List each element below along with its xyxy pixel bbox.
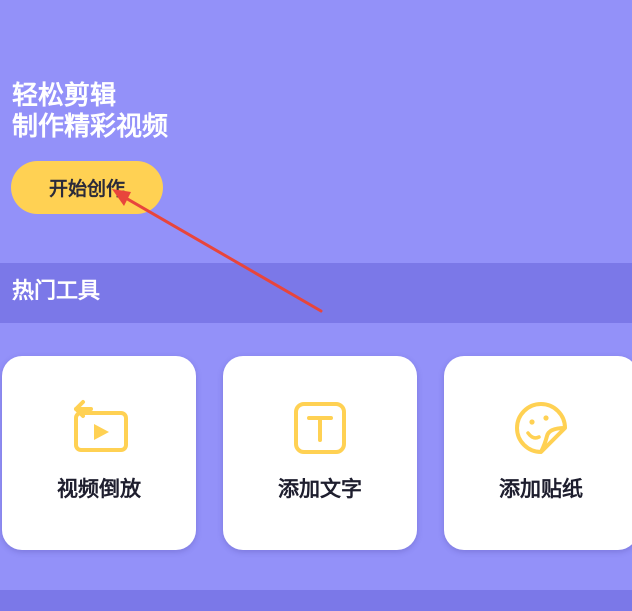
- tool-label-video-reverse: 视频倒放: [57, 477, 141, 501]
- hero-title-line-2: 制作精彩视频: [12, 112, 169, 142]
- start-creating-button[interactable]: 开始创作: [11, 161, 163, 214]
- tool-card-add-sticker[interactable]: 添加贴纸: [444, 356, 632, 550]
- tool-card-add-text[interactable]: 添加文字: [223, 356, 417, 550]
- hot-tools-header: 热门工具: [0, 263, 632, 323]
- hero-banner: 轻松剪辑 制作精彩视频 开始创作: [0, 0, 632, 263]
- tool-label-add-sticker: 添加贴纸: [499, 477, 583, 501]
- hot-tools-title: 热门工具: [12, 279, 101, 304]
- tool-label-add-text: 添加文字: [278, 477, 362, 501]
- next-section-header: [0, 590, 632, 611]
- text-t-icon: [294, 402, 346, 454]
- sticker-icon: [515, 402, 567, 454]
- hero-title-line-1: 轻松剪辑: [12, 81, 117, 111]
- video-reverse-icon: [74, 400, 128, 452]
- tool-card-video-reverse[interactable]: 视频倒放: [2, 356, 196, 550]
